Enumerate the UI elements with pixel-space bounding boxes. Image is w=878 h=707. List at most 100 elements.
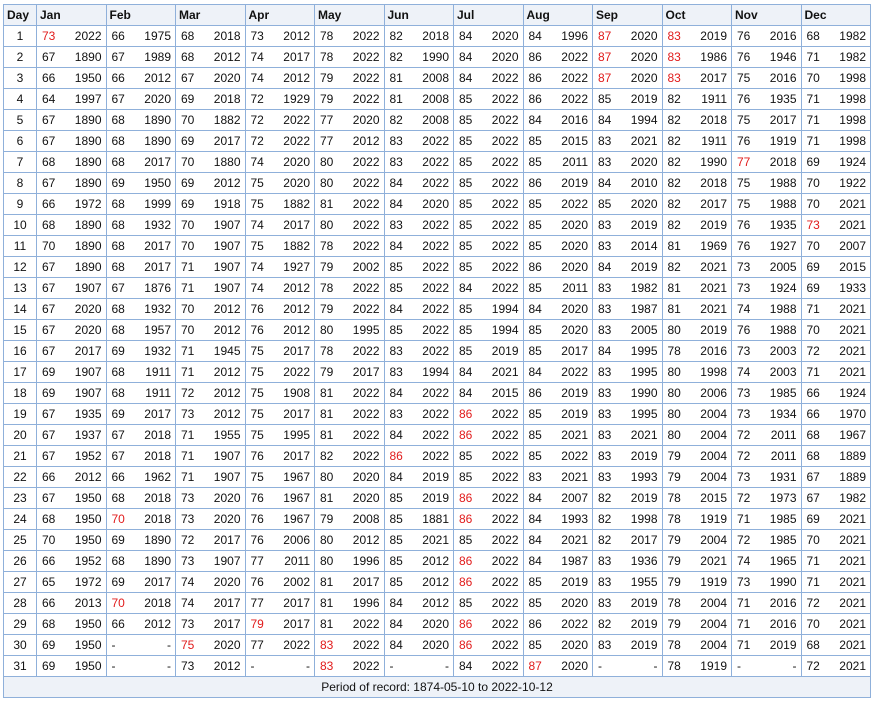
record-cell: 67 1982 — [800, 487, 871, 509]
record-value: 72 — [737, 449, 751, 463]
record-year: 1927 — [769, 239, 797, 253]
record-value: 79 — [320, 512, 334, 526]
record-cell-content: 70 2012 — [181, 321, 241, 340]
record-cell-content: 70 2018 — [111, 594, 172, 613]
record-year: 2012 — [213, 302, 241, 316]
record-cell-content: 84 2022 — [390, 426, 450, 445]
record-cell: 73 2012 — [175, 655, 246, 677]
record-value: 85 — [528, 428, 542, 442]
record-year: 2020 — [74, 302, 102, 316]
record-cell: 85 2011 — [522, 151, 593, 173]
header-apr: Apr — [244, 4, 315, 26]
record-cell: 85 2012 — [383, 550, 454, 572]
record-cell-content: 80 2022 — [320, 216, 380, 235]
record-value: 85 — [459, 323, 473, 337]
record-cell: 78 2022 — [314, 46, 385, 68]
record-cell-content: 75 1908 — [251, 384, 311, 403]
record-cell: 68 2018 — [175, 25, 246, 47]
record-value: 83 — [598, 449, 612, 463]
record-year: 2012 — [144, 617, 171, 631]
record-year: 1975 — [144, 29, 171, 43]
table-row: 18 69 1907 68 1911 72 2012 75 1908 81 2022 84 2022 84… — [3, 382, 871, 404]
record-cell-content: 84 2020 — [529, 300, 589, 319]
record-cell: 68 1932 — [105, 298, 176, 320]
record-cell-content: 84 2020 — [390, 195, 450, 214]
record-value: 69 — [806, 155, 820, 169]
record-value: 71 — [806, 365, 820, 379]
record-cell-content: 81 2022 — [320, 195, 380, 214]
record-value: 84 — [528, 512, 542, 526]
record-cell: 67 1890 — [36, 130, 107, 152]
record-cell-content: 82 2019 — [668, 216, 728, 235]
record-year: 2022 — [352, 239, 380, 253]
record-cell-content: 84 2020 — [390, 636, 450, 655]
record-year: 2019 — [769, 638, 797, 652]
record-year: 2017 — [630, 533, 658, 547]
record-year: 2022 — [422, 386, 449, 400]
record-cell: 84 2020 — [453, 46, 524, 68]
record-cell-content: 73 2012 — [181, 657, 241, 676]
record-year: 2016 — [769, 29, 797, 43]
record-value: 80 — [320, 218, 334, 232]
record-year: 1994 — [630, 113, 658, 127]
record-year: 1955 — [630, 575, 658, 589]
record-cell: 77 2011 — [244, 550, 315, 572]
record-cell-content: 71 2021 — [807, 552, 867, 571]
record-value: 73 — [737, 386, 751, 400]
record-cell: 69 2015 — [800, 256, 871, 278]
record-value: 71 — [737, 638, 751, 652]
record-year: 2004 — [700, 638, 727, 652]
record-value: 83 — [598, 218, 612, 232]
record-year: 2020 — [74, 323, 102, 337]
record-year: 2018 — [144, 428, 171, 442]
record-value: 74 — [250, 155, 264, 169]
record-cell: 73 2012 — [244, 25, 315, 47]
record-value: 75 — [737, 113, 751, 127]
record-year: 2022 — [491, 239, 519, 253]
record-cell-content: 70 1922 — [807, 174, 867, 193]
record-cell-content: 85 2019 — [529, 573, 589, 592]
record-year: 1890 — [74, 50, 102, 64]
record-value: 68 — [111, 302, 125, 316]
record-year: 2019 — [630, 617, 658, 631]
record-cell-content: 76 1927 — [737, 237, 797, 256]
record-cell: 73 2022 — [36, 25, 107, 47]
record-cell-content: 86 2022 — [390, 447, 450, 466]
record-year: 2022 — [491, 659, 519, 673]
record-cell: 71 2012 — [175, 361, 246, 383]
record-cell-content: 68 1911 — [112, 384, 172, 403]
record-value: 70 — [111, 596, 125, 610]
record-cell: 69 1924 — [800, 151, 871, 173]
record-value: 81 — [389, 92, 403, 106]
record-cell-content: 71 2021 — [806, 363, 867, 382]
record-year: 2022 — [491, 197, 519, 211]
record-cell: 80 2004 — [661, 403, 732, 425]
record-cell-content: 86 2022 — [529, 48, 589, 67]
header-mar: Mar — [175, 4, 246, 26]
record-value: 81 — [667, 302, 681, 316]
record-cell-content: 75 1882 — [251, 237, 311, 256]
record-cell: 66 1950 — [36, 67, 107, 89]
record-value: 75 — [250, 197, 264, 211]
record-cell: 68 1890 — [36, 214, 107, 236]
record-cell: 85 2022 — [453, 235, 524, 257]
record-cell: 68 2017 — [105, 151, 176, 173]
record-value: 85 — [389, 260, 403, 274]
record-cell-content: 85 2022 — [459, 90, 519, 109]
record-year: 2020 — [422, 617, 449, 631]
record-cell: 87 2020 — [522, 655, 593, 677]
day-number: 7 — [3, 151, 37, 173]
day-number: 22 — [3, 466, 37, 488]
record-cell: 72 2012 — [175, 382, 246, 404]
record-year: 1950 — [74, 512, 102, 526]
record-cell: 68 1911 — [105, 382, 176, 404]
record-year: 2022 — [491, 575, 519, 589]
record-year: 2022 — [491, 407, 519, 421]
record-cell-content: 82 1990 — [390, 48, 450, 67]
record-cell-content: 71 1945 — [181, 342, 241, 361]
record-cell-content: 70 2007 — [807, 237, 867, 256]
record-value: 84 — [389, 617, 403, 631]
record-cell: 85 2022 — [453, 130, 524, 152]
record-year: 2020 — [561, 260, 588, 274]
record-year: 2018 — [700, 176, 727, 190]
